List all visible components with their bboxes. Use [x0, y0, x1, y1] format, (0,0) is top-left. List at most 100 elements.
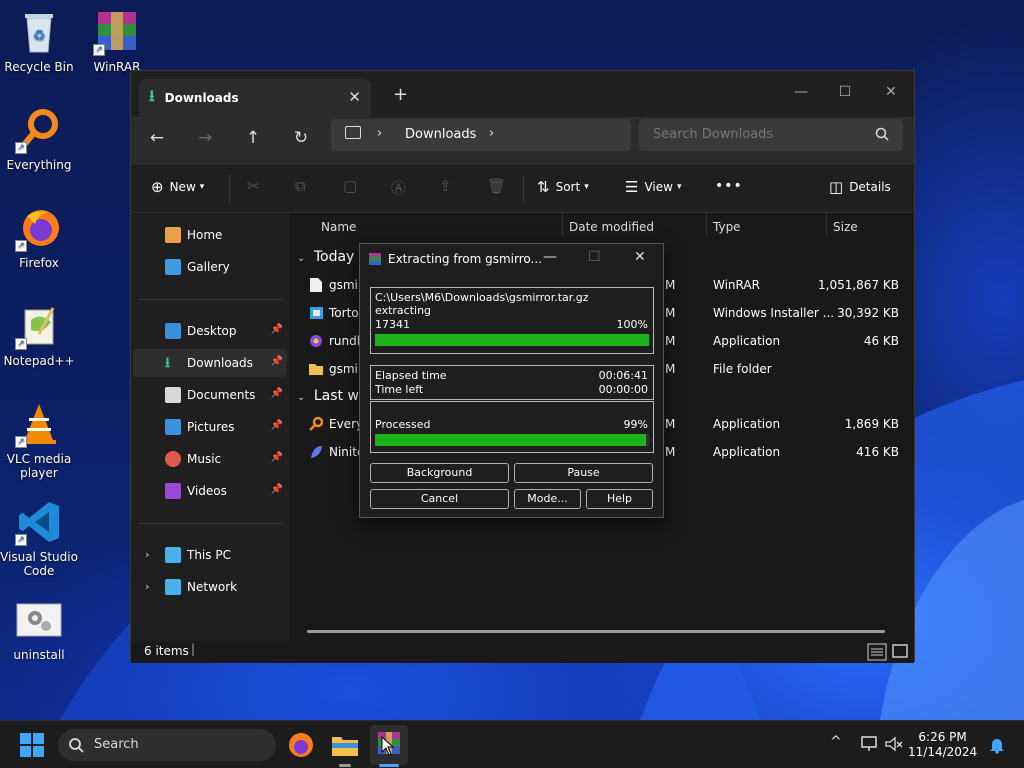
desktop-icon-everything[interactable]: ↗ Everything: [0, 106, 78, 172]
taskbar-file-explorer-icon[interactable]: [330, 730, 360, 760]
column-divider[interactable]: [826, 213, 827, 237]
chevron-down-icon: ⌄: [297, 253, 306, 264]
new-tab-icon[interactable]: +: [393, 84, 408, 105]
sidebar-item-downloads[interactable]: ⭳ Downloads 📌: [133, 349, 287, 377]
help-button[interactable]: Help: [586, 489, 653, 509]
pin-icon[interactable]: 📌: [271, 420, 283, 431]
back-arrow-icon[interactable]: ←: [145, 128, 169, 148]
maximize-icon[interactable]: ☐: [825, 79, 865, 105]
column-header-name[interactable]: Name: [321, 220, 356, 234]
column-header-size[interactable]: Size: [833, 220, 858, 234]
close-window-icon[interactable]: ✕: [871, 79, 911, 105]
sort-button[interactable]: ⇅ Sort ▾: [537, 178, 589, 196]
sidebar-item-pictures[interactable]: Pictures 📌: [133, 413, 287, 441]
sidebar-item-this-pc[interactable]: › This PC: [133, 541, 287, 569]
desktop-icon-vlc[interactable]: ↗ VLC media player: [0, 400, 78, 480]
file-type: Application: [713, 334, 781, 348]
group-header-last-week[interactable]: ⌄ Last we: [297, 388, 368, 404]
background-button[interactable]: Background: [370, 463, 509, 483]
sidebar-item-network[interactable]: › Network: [133, 573, 287, 601]
desktop-icon-label: Notepad++: [3, 354, 75, 368]
column-divider[interactable]: [706, 213, 707, 237]
volume-muted-icon[interactable]: [884, 735, 904, 753]
pin-icon[interactable]: 📌: [271, 484, 283, 495]
sidebar-item-label: This PC: [187, 548, 231, 562]
shortcut-arrow-icon: ↗: [15, 142, 27, 154]
start-button[interactable]: [20, 733, 44, 757]
sidebar-item-videos[interactable]: Videos 📌: [133, 477, 287, 505]
pause-button[interactable]: Pause: [514, 463, 653, 483]
desktop-icon-uninstall[interactable]: uninstall: [0, 596, 78, 662]
up-arrow-icon[interactable]: ↑: [241, 128, 265, 148]
mode-button[interactable]: Mode...: [514, 489, 581, 509]
delete-icon[interactable]: 🗑: [487, 177, 506, 195]
cut-icon[interactable]: ✂: [247, 177, 260, 195]
sidebar-item-label: Music: [187, 452, 222, 466]
column-header-date[interactable]: Date modified: [569, 220, 654, 234]
firefox-icon: ↗: [15, 204, 63, 252]
sidebar-item-label: Documents: [187, 388, 256, 402]
pin-icon[interactable]: 📌: [271, 452, 283, 463]
desktop-icon-notepadpp[interactable]: ↗ Notepad++: [0, 302, 78, 368]
desktop-icon-recycle-bin[interactable]: ♻ Recycle Bin: [0, 8, 78, 74]
group-label: Today: [313, 249, 355, 265]
search-input[interactable]: [639, 119, 903, 151]
taskbar-firefox-icon[interactable]: [286, 730, 316, 760]
pin-icon[interactable]: 📌: [271, 324, 283, 335]
sort-button-label: Sort: [555, 180, 581, 194]
breadcrumb-downloads[interactable]: Downloads: [405, 127, 476, 142]
column-header-type[interactable]: Type: [713, 220, 741, 234]
paste-icon[interactable]: ▢: [343, 177, 357, 195]
forward-arrow-icon[interactable]: →: [193, 128, 217, 148]
chevron-up-icon[interactable]: ^: [830, 734, 842, 750]
sidebar-item-desktop[interactable]: Desktop 📌: [133, 317, 287, 345]
toolbar-divider: [229, 175, 230, 203]
column-divider[interactable]: [562, 213, 563, 237]
minimize-icon[interactable]: —: [781, 79, 821, 105]
sidebar-item-music[interactable]: Music 📌: [133, 445, 287, 473]
more-options-button[interactable]: •••: [715, 178, 743, 194]
chevron-right-icon[interactable]: ›: [145, 580, 149, 593]
desktop-icon-vscode[interactable]: ↗ Visual Studio Code: [0, 498, 78, 578]
notification-bell-icon[interactable]: [988, 736, 1006, 754]
processed-label: Processed: [375, 418, 431, 431]
close-dialog-icon[interactable]: ✕: [634, 249, 646, 265]
details-view-icon[interactable]: [867, 643, 887, 661]
group-header-today[interactable]: ⌄ Today: [297, 249, 354, 265]
desktop-icon-winrar[interactable]: ↗ WinRAR: [78, 8, 156, 74]
shortcut-arrow-icon: ↗: [93, 44, 105, 56]
cancel-button[interactable]: Cancel: [370, 489, 509, 509]
minimize-icon[interactable]: —: [543, 249, 557, 265]
horizontal-scrollbar[interactable]: [307, 630, 885, 633]
file-size: 416 KB: [856, 445, 899, 459]
sidebar-item-home[interactable]: Home: [133, 221, 287, 249]
copy-icon[interactable]: ⧉: [295, 177, 306, 195]
chevron-down-icon: ▾: [584, 182, 589, 192]
chevron-right-icon[interactable]: ›: [377, 126, 382, 141]
system-clock[interactable]: 6:26 PM 11/14/2024: [908, 730, 977, 760]
chevron-right-icon[interactable]: ›: [489, 126, 494, 141]
file-type: File folder: [713, 362, 772, 376]
chevron-right-icon[interactable]: ›: [145, 548, 149, 561]
file-size: 1,869 KB: [844, 417, 899, 431]
tab-close-icon[interactable]: ✕: [348, 88, 361, 106]
address-bar[interactable]: › Downloads ›: [331, 119, 631, 151]
taskbar-search-box[interactable]: Search: [58, 729, 276, 761]
sidebar-item-documents[interactable]: Documents 📌: [133, 381, 287, 409]
new-button[interactable]: ⊕ New ▾: [151, 178, 204, 196]
tab-downloads[interactable]: ⭳ Downloads ✕: [139, 79, 371, 117]
share-icon[interactable]: ⇪: [439, 177, 452, 195]
this-pc-icon: [165, 547, 181, 563]
desktop-icon-firefox[interactable]: ↗ Firefox: [0, 204, 78, 270]
refresh-icon[interactable]: ↻: [289, 128, 313, 148]
tiles-view-icon[interactable]: [891, 643, 909, 661]
file-progress-bar: [375, 334, 649, 346]
pin-icon[interactable]: 📌: [271, 356, 283, 367]
view-button[interactable]: ☰ View ▾: [625, 178, 681, 196]
details-pane-button[interactable]: ◫ Details: [829, 178, 891, 196]
sidebar-item-gallery[interactable]: Gallery: [133, 253, 287, 281]
rename-icon[interactable]: Ⓐ: [391, 177, 406, 198]
more-options-label: •••: [715, 178, 743, 194]
pin-icon[interactable]: 📌: [271, 388, 283, 399]
network-tray-icon[interactable]: [860, 735, 880, 753]
